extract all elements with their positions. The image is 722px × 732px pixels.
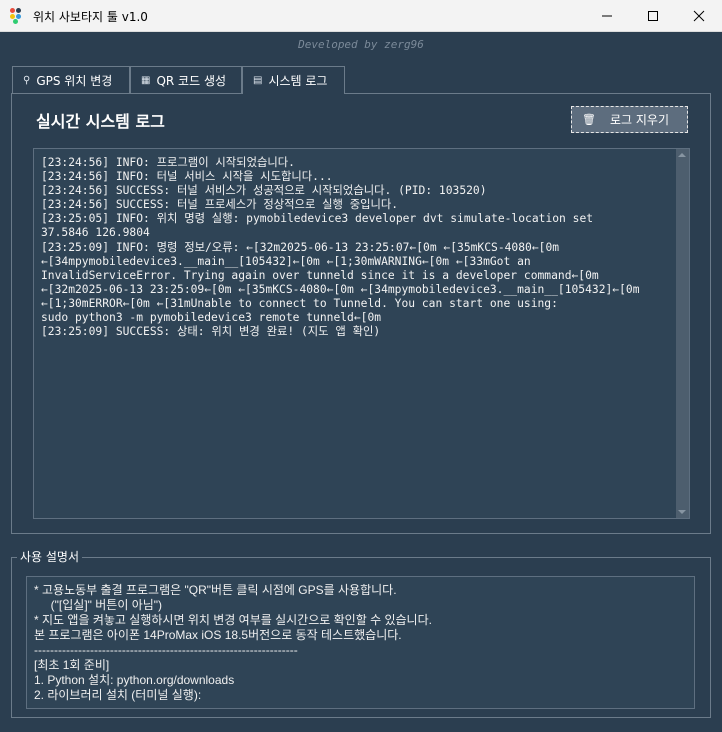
close-icon	[693, 10, 705, 22]
scroll-down-icon[interactable]	[678, 510, 686, 514]
guide-line: 1. Python 설치: python.org/downloads	[34, 673, 235, 687]
log-line: ←[34mpymobiledevice3.__main__[105432]←[0…	[41, 254, 531, 268]
log-panel: 실시간 시스템 로그 🗑 로그 지우기 [23:24:56] INFO: 프로그…	[11, 93, 711, 534]
log-line: InvalidServiceError. Trying again over t…	[41, 268, 599, 282]
guide-legend: 사용 설명서	[17, 548, 83, 565]
log-line: [23:24:56] INFO: 프로그램이 시작되었습니다.	[41, 156, 295, 169]
log-line: ←[32m2025-06-13 23:25:09←[0m ←[35mKCS-40…	[41, 282, 640, 296]
location-pin-icon: ⚲	[23, 74, 31, 86]
clear-log-button[interactable]: 🗑 로그 지우기	[571, 106, 688, 133]
qr-icon: ▦	[141, 74, 151, 86]
window-title: 위치 사보타지 툴 v1.0	[33, 10, 148, 24]
log-scrollbar[interactable]	[676, 149, 689, 518]
tab-system-log-label: 시스템 로그	[268, 74, 328, 88]
trash-icon: 🗑	[582, 113, 596, 126]
maximize-button[interactable]	[630, 0, 676, 32]
guide-content: * 고용노동부 출결 프로그램은 "QR"버튼 클릭 시점에 GPS를 사용합니…	[34, 583, 432, 703]
log-line: [23:24:56] SUCCESS: 터널 프로세스가 정상적으로 실행 중입…	[41, 198, 399, 212]
tab-qr-label: QR 코드 생성	[156, 73, 227, 88]
minimize-icon	[602, 15, 612, 17]
log-line: 37.5846 126.9804	[41, 226, 150, 240]
guide-line: 본 프로그램은 아이폰 14ProMax iOS 18.5버전으로 동작 테스트…	[34, 628, 402, 642]
log-line: [23:24:56] INFO: 터널 서비스 시작을 시도합니다...	[41, 170, 333, 184]
title-bar: 위치 사보타지 툴 v1.0	[0, 0, 722, 32]
developer-credit: Developed by zerg96	[298, 38, 424, 51]
log-content: [23:24:56] INFO: 프로그램이 시작되었습니다. [23:24:56…	[41, 156, 675, 339]
log-line: sudo python3 -m pymobiledevice3 remote t…	[41, 311, 382, 325]
guide-line: * 지도 앱을 켜놓고 실행하시면 위치 변경 여부를 실시간으로 확인할 수 …	[34, 613, 432, 627]
log-line: [23:25:09] INFO: 명령 정보/오류: ←[32m2025-06-…	[41, 240, 560, 254]
close-button[interactable]	[676, 0, 722, 32]
guide-line: * 고용노동부 출결 프로그램은 "QR"버튼 클릭 시점에 GPS를 사용합니…	[34, 583, 397, 597]
guide-line: [최초 1회 준비]	[34, 658, 110, 672]
app-icon	[10, 8, 26, 24]
tab-system-log[interactable]: ▤ 시스템 로그	[242, 66, 345, 94]
guide-line: ("[입실]" 버튼이 아님")	[34, 598, 163, 612]
clear-log-label: 로그 지우기	[609, 113, 669, 127]
minimize-button[interactable]	[584, 0, 630, 32]
page-title: 실시간 시스템 로그	[36, 112, 165, 131]
tab-qr[interactable]: ▦ QR 코드 생성	[130, 66, 242, 93]
log-line: ←[1;30mERROR←[0m ←[31mUnable to connect …	[41, 296, 558, 310]
log-line: [23:25:05] INFO: 위치 명령 실행: pymobiledevic…	[41, 212, 594, 226]
guide-line: ----------------------------------------…	[34, 643, 298, 657]
log-line: [23:25:09] SUCCESS: 상태: 위치 변경 완료! (지도 앱 …	[41, 325, 381, 339]
maximize-icon	[648, 11, 658, 21]
tab-gps-label: GPS 위치 변경	[36, 73, 113, 88]
guide-line: 2. 라이브러리 설치 (터미널 실행):	[34, 688, 202, 702]
scroll-up-icon[interactable]	[678, 153, 686, 157]
log-line: [23:24:56] SUCCESS: 터널 서비스가 성공적으로 시작되었습니…	[41, 184, 487, 198]
log-icon: ▤	[253, 75, 263, 86]
log-textbox[interactable]: [23:24:56] INFO: 프로그램이 시작되었습니다. [23:24:56…	[33, 148, 690, 519]
tab-gps[interactable]: ⚲ GPS 위치 변경	[12, 66, 130, 93]
guide-textbox[interactable]: * 고용노동부 출결 프로그램은 "QR"버튼 클릭 시점에 GPS를 사용합니…	[26, 576, 695, 709]
